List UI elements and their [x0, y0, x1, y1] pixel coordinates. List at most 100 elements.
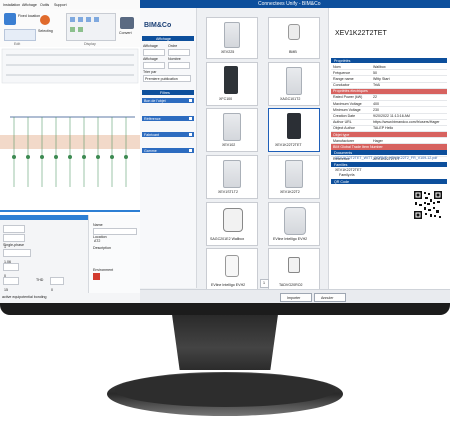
- toolbar-label: Convert: [119, 31, 132, 35]
- product-tile[interactable]: BMB: [268, 17, 320, 59]
- menu-item[interactable]: Installation: [3, 3, 20, 7]
- selecting-icon[interactable]: [40, 15, 50, 25]
- import-button[interactable]: Importer: [280, 293, 312, 302]
- ribbon-toolbar: Fixed location Selecting Convert Edit Di…: [0, 9, 140, 48]
- document-link[interactable]: XEV1K22T2TET_WITT_BORNE_XEV1K22T2_FR_V10…: [335, 156, 437, 160]
- property-value: Witty Start: [373, 76, 390, 81]
- value-field[interactable]: 0: [50, 277, 64, 292]
- dialog-footer: Importer Annuler: [140, 289, 450, 303]
- toolbar-dropdown[interactable]: [4, 29, 36, 41]
- product-tile[interactable]: EVline Intelligo EVH2: [206, 248, 258, 290]
- prop-label: Location: [93, 235, 107, 239]
- property-value: Hager: [373, 138, 383, 143]
- property-key: Conductor: [333, 83, 350, 88]
- sort-label: Trier par: [143, 70, 157, 74]
- filter-fabricant[interactable]: Fabricant: [142, 132, 194, 137]
- page-number[interactable]: 1: [260, 279, 269, 288]
- qr-header[interactable]: QR Code: [331, 179, 447, 184]
- product-tile[interactable]: EVline Intelligo EVH2: [268, 202, 320, 246]
- property-value: 230: [373, 107, 379, 112]
- property-key: Objet type: [333, 132, 350, 137]
- property-key: Fréquence: [333, 70, 351, 75]
- product-tile[interactable]: XAGC101T2: [268, 62, 320, 106]
- menu-item[interactable]: Outils: [40, 3, 49, 7]
- convert-icon[interactable]: [120, 17, 134, 29]
- product-tile[interactable]: XEV1K22T2: [268, 155, 320, 199]
- property-key: Creation Date: [333, 114, 356, 118]
- item-properties: Name AT2 Location Description Environmen…: [88, 215, 140, 293]
- affichage-select[interactable]: [143, 49, 165, 56]
- menu-item[interactable]: Support: [54, 3, 67, 7]
- product-tile[interactable]: XEV225: [206, 17, 258, 59]
- product-image: [224, 22, 240, 48]
- product-image: [224, 66, 238, 94]
- value-field[interactable]: 0: [3, 263, 19, 278]
- qr-code: [413, 190, 443, 220]
- bimco-dialog: Connectees Unify - BIM&Co BIM&Co Afficha…: [140, 0, 450, 303]
- product-tile-selected[interactable]: XEV1K22T2TET: [268, 108, 320, 152]
- value-field[interactable]: 15: [3, 277, 19, 292]
- prop-label: Environment: [93, 268, 114, 272]
- electrical-design-app: Installation Affichage Outils Support Fi…: [0, 0, 140, 303]
- schematic-canvas[interactable]: [0, 47, 140, 215]
- monitor-stand-base: [100, 362, 350, 422]
- filter-bon[interactable]: Bon de l'objet: [142, 98, 194, 103]
- product-tile[interactable]: TADVG20RO2: [268, 248, 320, 290]
- property-key: Object Author: [333, 126, 355, 131]
- product-tile[interactable]: XFC100: [206, 62, 258, 106]
- value-field[interactable]: 1: [3, 225, 25, 240]
- ribbon-group-label: Display: [84, 42, 96, 46]
- product-name: XAGC101T2: [280, 97, 301, 101]
- product-details: XEV1K22T2TET Propriétés Nom Wallbox Fréque…: [328, 8, 450, 290]
- affichage-header[interactable]: Affichage: [142, 36, 194, 41]
- product-name: XEV1ST1T2: [218, 190, 238, 194]
- product-tile[interactable]: SAGC201E2 Wallbox: [206, 202, 258, 246]
- fixed-location-icon[interactable]: [4, 13, 16, 25]
- cancel-button[interactable]: Annuler: [314, 293, 346, 302]
- product-image: [223, 208, 243, 232]
- filtres-header[interactable]: Filtres: [142, 90, 194, 95]
- phase-label: Single-phase: [3, 243, 24, 247]
- families-header[interactable]: Familles: [331, 162, 447, 167]
- family-item[interactable]: XEV1K22T2TET: [335, 168, 362, 172]
- product-tile[interactable]: XEV102: [206, 108, 258, 152]
- product-image: [286, 67, 302, 95]
- affichage-select[interactable]: [143, 62, 165, 69]
- product-name: BMB: [289, 50, 297, 54]
- thd-label: THD: [36, 278, 44, 282]
- properties-header[interactable]: Propriétés: [331, 58, 447, 63]
- property-value: 9/20/2022 11:13:16 AM: [373, 114, 410, 118]
- environment-color[interactable]: [93, 273, 100, 280]
- menu-item[interactable]: Affichage: [22, 3, 37, 7]
- product-image: [223, 113, 241, 141]
- property-value: 50: [373, 70, 377, 75]
- property-key: BIM Global Trade Item Number: [333, 144, 383, 149]
- property-key: Range name: [333, 76, 354, 81]
- product-name: EVline Intelligo EVH2: [211, 283, 246, 287]
- product-name: EVline Intelligo EVH2: [273, 237, 308, 241]
- product-tile[interactable]: XEV1ST1T2: [206, 155, 258, 199]
- family-file[interactable]: Family.rfa: [339, 173, 355, 177]
- product-name: XEV225: [221, 50, 235, 54]
- property-key: Minimum Voltage: [333, 107, 361, 112]
- filter-reference[interactable]: Référence: [142, 116, 194, 121]
- value-field[interactable]: 1: [3, 234, 25, 249]
- value-field[interactable]: 1.06: [3, 249, 31, 264]
- property-value: 22: [373, 95, 377, 100]
- ordre-select[interactable]: [168, 49, 190, 56]
- sort-select[interactable]: Premiere publication: [143, 75, 191, 82]
- product-name: XFC100: [219, 97, 233, 101]
- ribbon-group-label: Edit: [14, 42, 21, 46]
- property-value: https://www.bimandco.com/fr/users/Hager: [373, 120, 440, 125]
- filter-gamme[interactable]: Gamme: [142, 148, 194, 153]
- property-key: Author URL: [333, 120, 352, 125]
- product-grid: XEV225 BMB XFC100 XAGC101T2 XEV102 XEV1K…: [200, 12, 332, 290]
- name-field[interactable]: AT2: [93, 228, 137, 243]
- prop-label: Name: [93, 223, 103, 227]
- documents-header[interactable]: Documents: [331, 150, 447, 155]
- product-image: [284, 207, 306, 235]
- bimco-logo: BIM&Co: [144, 22, 172, 29]
- prop-label: Description: [93, 246, 111, 250]
- display-tools: [66, 13, 116, 41]
- nombre-select[interactable]: [168, 62, 190, 69]
